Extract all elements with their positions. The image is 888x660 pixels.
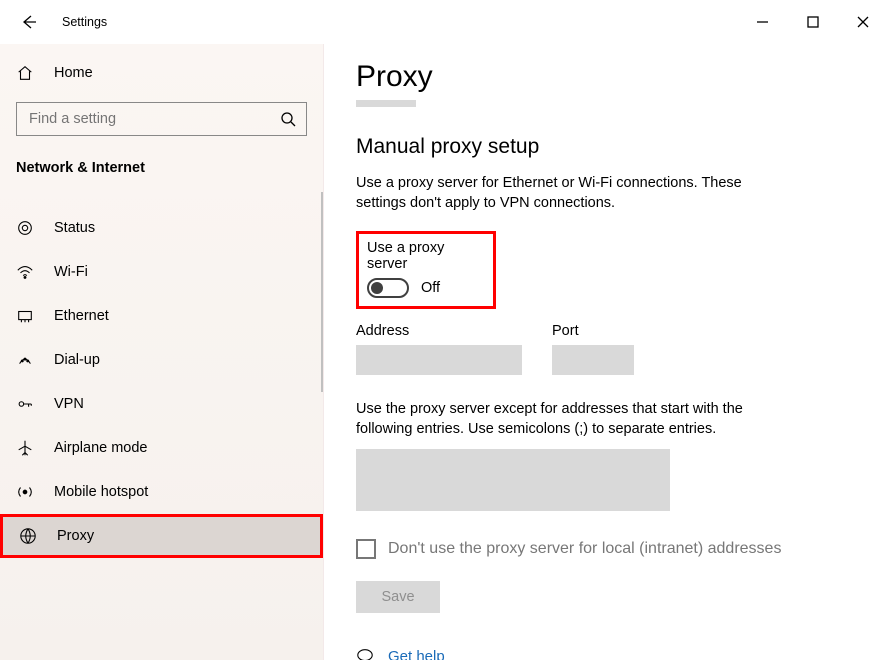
minimize-icon — [755, 14, 771, 30]
help-icon — [356, 647, 374, 660]
port-field-group: Port — [552, 323, 634, 375]
port-input[interactable] — [552, 345, 634, 375]
ethernet-icon — [16, 307, 44, 325]
wifi-icon — [16, 263, 44, 281]
sidebar-item-label: Airplane mode — [44, 440, 148, 456]
address-field-group: Address — [356, 323, 522, 375]
page-title-underline — [356, 100, 416, 107]
sidebar-item-label: Mobile hotspot — [44, 484, 148, 500]
sidebar-item-proxy[interactable]: Proxy — [0, 514, 323, 558]
window-controls — [738, 0, 888, 44]
sidebar-item-vpn[interactable]: VPN — [0, 382, 323, 426]
search-icon — [280, 111, 296, 127]
arrow-left-icon — [21, 14, 37, 30]
sidebar-item-label: Wi-Fi — [44, 264, 88, 280]
bypass-local-label: Don't use the proxy server for local (in… — [388, 540, 781, 558]
toggle-knob — [371, 282, 383, 294]
exceptions-label: Use the proxy server except for addresse… — [356, 399, 776, 439]
main-content: Proxy Manual proxy setup Use a proxy ser… — [324, 44, 888, 660]
get-help-link[interactable]: Get help — [356, 647, 856, 660]
sidebar-item-wifi[interactable]: Wi-Fi — [0, 250, 323, 294]
sidebar-item-status[interactable]: Status — [0, 206, 323, 250]
search-input[interactable] — [27, 110, 280, 128]
use-proxy-label: Use a proxy server — [367, 240, 483, 272]
scrollbar-track[interactable] — [321, 192, 323, 392]
sidebar-item-dialup[interactable]: Dial-up — [0, 338, 323, 382]
sidebar-home[interactable]: Home — [0, 54, 323, 92]
hotspot-icon — [16, 483, 44, 501]
sidebar-item-label: VPN — [44, 396, 84, 412]
proxy-icon — [19, 527, 47, 545]
address-input[interactable] — [356, 345, 522, 375]
maximize-button[interactable] — [788, 0, 838, 44]
sidebar-item-label: Ethernet — [44, 308, 109, 324]
sidebar-item-ethernet[interactable]: Ethernet — [0, 294, 323, 338]
section-title: Manual proxy setup — [356, 135, 856, 159]
minimize-button[interactable] — [738, 0, 788, 44]
address-label: Address — [356, 323, 522, 339]
sidebar-item-hotspot[interactable]: Mobile hotspot — [0, 470, 323, 514]
window-title: Settings — [58, 15, 107, 29]
sidebar-item-label: Status — [44, 220, 95, 236]
maximize-icon — [805, 14, 821, 30]
sidebar-item-label: Proxy — [47, 528, 94, 544]
titlebar: Settings — [0, 0, 888, 44]
sidebar-item-label: Dial-up — [44, 352, 100, 368]
sidebar-item-airplane[interactable]: Airplane mode — [0, 426, 323, 470]
sidebar-list: Status Wi-Fi Ethernet Dial-up VPN Airpla… — [0, 206, 323, 558]
close-button[interactable] — [838, 0, 888, 44]
save-button[interactable]: Save — [356, 581, 440, 613]
close-icon — [855, 14, 871, 30]
use-proxy-state: Off — [421, 280, 440, 296]
sidebar: Home Network & Internet Status Wi-Fi Eth… — [0, 44, 324, 660]
bypass-local-row[interactable]: Don't use the proxy server for local (in… — [356, 539, 856, 559]
search-box[interactable] — [16, 102, 307, 136]
status-icon — [16, 219, 44, 237]
get-help-label: Get help — [388, 648, 445, 660]
use-proxy-toggle-group: Use a proxy server Off — [356, 231, 496, 309]
exceptions-input[interactable] — [356, 449, 670, 511]
sidebar-home-label: Home — [44, 65, 93, 81]
sidebar-group-title: Network & Internet — [0, 144, 323, 182]
home-icon — [16, 64, 44, 82]
dialup-icon — [16, 351, 44, 369]
section-description: Use a proxy server for Ethernet or Wi-Fi… — [356, 173, 776, 213]
page-title: Proxy — [356, 60, 856, 94]
bypass-local-checkbox[interactable] — [356, 539, 376, 559]
back-button[interactable] — [0, 0, 58, 44]
airplane-icon — [16, 439, 44, 457]
use-proxy-toggle[interactable] — [367, 278, 409, 298]
port-label: Port — [552, 323, 634, 339]
vpn-icon — [16, 395, 44, 413]
